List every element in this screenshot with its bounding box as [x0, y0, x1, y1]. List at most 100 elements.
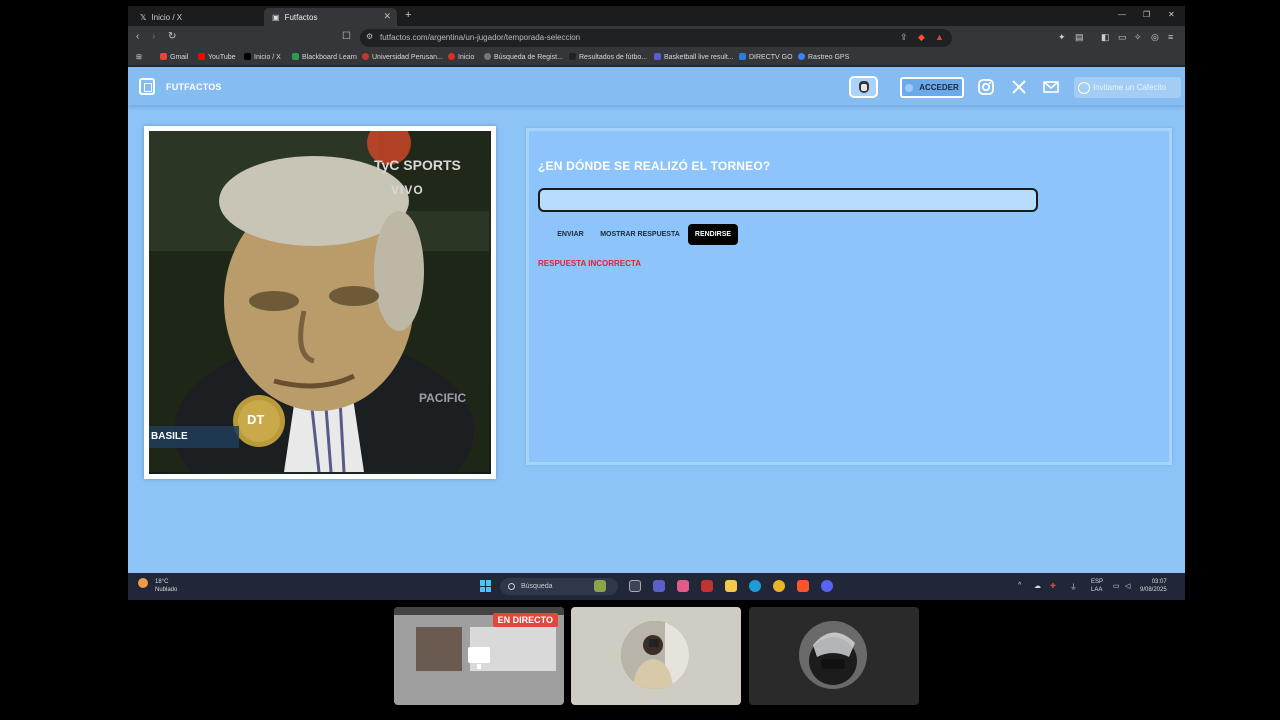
- wallet-icon[interactable]: ▭: [1118, 32, 1127, 43]
- participant-tile-camera-2[interactable]: [749, 607, 919, 705]
- bookmark-blackboard[interactable]: Blackboard Learn: [292, 53, 357, 61]
- teams-icon[interactable]: [653, 580, 665, 592]
- screen-share-icon: [468, 647, 490, 669]
- participant-tile-camera-1[interactable]: [571, 607, 741, 705]
- player-photo-image: PACIFIC: [149, 131, 489, 472]
- question-text: ¿EN DÓNDE SE REALIZÓ EL TORNEO?: [538, 159, 771, 173]
- search-icon: [508, 583, 515, 590]
- bookmark-youtube[interactable]: YouTube: [198, 53, 236, 61]
- restore-icon[interactable]: ❐: [1143, 10, 1150, 19]
- bookmark-label: Inicio / X: [254, 54, 281, 61]
- bookmark-label: Universidad Perusan...: [372, 54, 443, 61]
- clock[interactable]: 03:07 9/08/2025: [1140, 578, 1167, 594]
- bookmark-inicio-x[interactable]: Inicio / X: [244, 53, 281, 61]
- browser-tab-strip: 𝕏 Inicio / X ▣ Futfactos ✕ + — ❐ ✕: [128, 6, 1185, 26]
- cafecito-button[interactable]: Invitame un Cafecito: [1074, 77, 1181, 98]
- bookmark-basketball[interactable]: Basketball live result...: [654, 53, 734, 61]
- give-up-button[interactable]: RENDIRSE: [688, 224, 738, 245]
- send-button[interactable]: ENVIAR: [548, 224, 593, 245]
- brave-shields-icon[interactable]: ◆: [918, 32, 925, 43]
- tray-usb-icon[interactable]: ⏚: [1070, 582, 1077, 592]
- url-text: futfactos.com/argentina/un-jugador/tempo…: [380, 33, 581, 42]
- reload-icon[interactable]: ↻: [168, 31, 176, 42]
- bookmark-label: Blackboard Learn: [302, 54, 357, 61]
- x-twitter-icon[interactable]: [1010, 78, 1028, 96]
- brave-rewards-icon[interactable]: ▲: [935, 32, 944, 42]
- tray-app-icon[interactable]: ☁: [1034, 582, 1041, 590]
- bookmark-page-icon[interactable]: ☐: [342, 31, 351, 42]
- volume-icon[interactable]: ◁: [1125, 582, 1130, 590]
- bookmark-label: Resultados de fútbo...: [579, 54, 648, 61]
- mail-icon[interactable]: [1042, 78, 1060, 96]
- forward-icon[interactable]: ›: [152, 31, 155, 42]
- browser-toolbar: ‹ › ↻ ☐ ⚙ futfactos.com/argentina/un-jug…: [128, 26, 1185, 50]
- back-icon[interactable]: ‹: [136, 31, 139, 42]
- extensions-icon[interactable]: ✦: [1058, 32, 1066, 43]
- time: 03:07: [1151, 579, 1167, 585]
- profile-avatar-button[interactable]: [849, 76, 878, 98]
- participant-tile-screenshare[interactable]: EN DIRECTO: [394, 607, 564, 705]
- discord-icon[interactable]: [821, 580, 833, 592]
- site-info-icon[interactable]: ⚙: [366, 32, 373, 41]
- minimize-icon[interactable]: —: [1118, 10, 1126, 19]
- menu-icon[interactable]: ≡: [1168, 32, 1173, 42]
- bookmark-busqueda[interactable]: Búsqueda de Regist...: [484, 53, 563, 61]
- participant-video: [799, 621, 867, 689]
- futfactos-logo-icon[interactable]: [139, 78, 155, 95]
- university-icon: [362, 53, 369, 60]
- close-tab-icon[interactable]: ✕: [383, 11, 391, 22]
- file-explorer-icon[interactable]: [725, 580, 737, 592]
- bookmark-label: Búsqueda de Regist...: [494, 54, 563, 61]
- results-icon: [569, 53, 576, 60]
- bookmark-label: Rastreo GPS: [808, 54, 850, 61]
- coffee-icon: [1078, 81, 1090, 94]
- directv-icon: [739, 53, 746, 60]
- participant-video: [621, 621, 689, 689]
- chrome-icon[interactable]: [773, 580, 785, 592]
- tray-app2-icon[interactable]: ✚: [1050, 582, 1056, 590]
- site-header: FUTFACTOS ACCEDER Invitame un Cafecito: [128, 67, 1185, 105]
- sidebar-icon[interactable]: ◧: [1101, 32, 1110, 43]
- web-page: FUTFACTOS ACCEDER Invitame un Cafecito T…: [128, 67, 1185, 573]
- user-icon: [905, 83, 914, 92]
- close-window-icon[interactable]: ✕: [1168, 10, 1175, 19]
- answer-input[interactable]: [538, 188, 1038, 212]
- tab-search-icon[interactable]: ▤: [1075, 32, 1084, 43]
- instagram-icon[interactable]: [977, 78, 995, 96]
- share-icon[interactable]: ⇪: [900, 32, 908, 43]
- leo-icon[interactable]: ✧: [1134, 32, 1142, 43]
- tab-futfactos[interactable]: ▣ Futfactos ✕: [264, 8, 397, 26]
- bookmark-gmail[interactable]: Gmail: [160, 53, 188, 61]
- bookmark-directv[interactable]: DIRECTV GO: [739, 53, 793, 61]
- weather-widget[interactable]: 18°C Nublado: [136, 578, 177, 594]
- login-label: ACCEDER: [919, 83, 959, 92]
- address-bar[interactable]: ⚙ futfactos.com/argentina/un-jugador/tem…: [360, 29, 952, 47]
- tab-label: Futfactos: [284, 12, 318, 22]
- copilot-icon[interactable]: [677, 580, 689, 592]
- edge-icon[interactable]: [749, 580, 761, 592]
- site-brand[interactable]: FUTFACTOS: [166, 82, 222, 92]
- login-button[interactable]: ACCEDER: [900, 77, 964, 98]
- bookmark-inicio[interactable]: Inicio: [448, 53, 474, 61]
- language-indicator[interactable]: ESP LAA: [1091, 578, 1103, 594]
- new-tab-icon[interactable]: +: [405, 9, 411, 21]
- desktop-screen: 𝕏 Inicio / X ▣ Futfactos ✕ + — ❐ ✕ ‹ › ↻…: [128, 6, 1185, 600]
- start-menu-icon[interactable]: [480, 580, 492, 592]
- app-icon[interactable]: [701, 580, 713, 592]
- task-view-icon[interactable]: [629, 580, 641, 592]
- widget-icon[interactable]: [594, 580, 606, 592]
- blackboard-icon: [292, 53, 299, 60]
- show-answer-button[interactable]: MOSTRAR RESPUESTA: [600, 224, 680, 245]
- basketball-icon: [654, 53, 661, 60]
- tab-inicio-x[interactable]: 𝕏 Inicio / X: [132, 8, 260, 26]
- weather-condition: Nublado: [155, 587, 178, 593]
- vpn-icon[interactable]: ◎: [1151, 32, 1159, 43]
- bookmark-universidad[interactable]: Universidad Perusan...: [362, 53, 443, 61]
- apps-grid-icon[interactable]: ⊞: [136, 53, 142, 61]
- bookmark-resultados[interactable]: Resultados de fútbo...: [569, 53, 647, 61]
- bookmark-rastreo[interactable]: Rastreo GPS: [798, 53, 849, 61]
- weather-icon: [138, 578, 148, 588]
- network-icon[interactable]: ▭: [1113, 582, 1120, 590]
- brave-icon[interactable]: [797, 580, 809, 592]
- tray-overflow-icon[interactable]: ^: [1018, 582, 1021, 589]
